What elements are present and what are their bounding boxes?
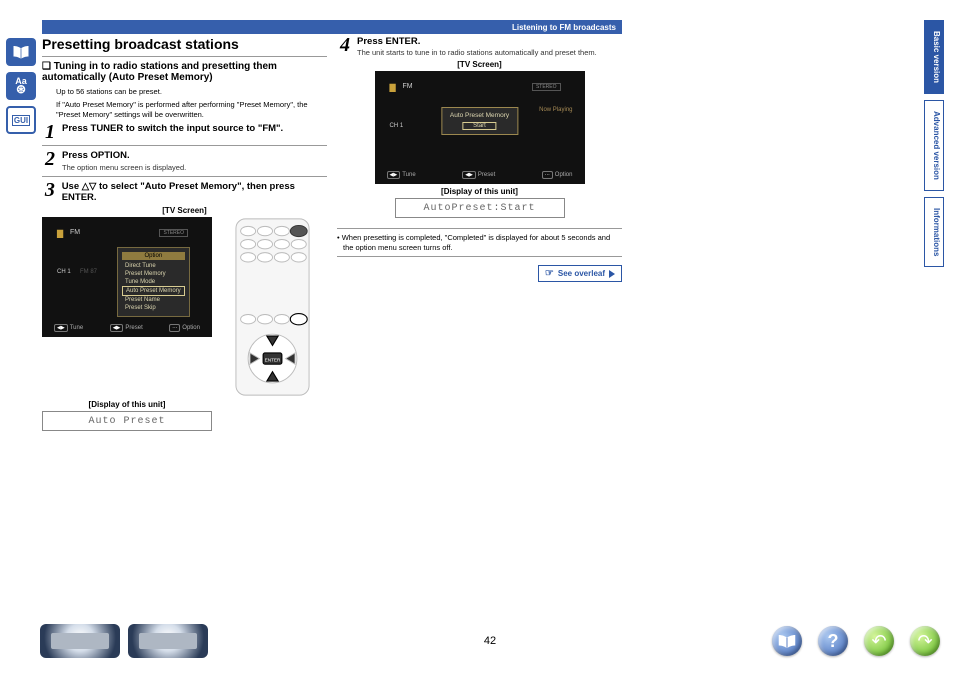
step-text: Press TUNER to switch the input source t… [62,123,283,134]
undo-icon: ↶ [871,631,886,652]
menu-item-selected: Auto Preset Memory [122,286,185,296]
subsection-title: Tuning in to radio stations and presetti… [42,61,327,83]
dictionary-icon[interactable]: Aa ⊛ [6,72,36,100]
menu-item: Direct Tune [122,262,185,270]
book-icon [778,634,796,648]
dialog: Auto Preset Memory Start [441,107,518,135]
step-number: 4 [337,36,353,54]
tab-advanced[interactable]: Advanced version [924,100,944,191]
main-content: Presetting broadcast stations Tuning in … [42,34,622,431]
remote-illustration: ENTER [218,217,327,397]
tv-channel: CH 1 [57,269,71,275]
svg-text:ENTER: ENTER [265,358,281,363]
see-label: See overleaf [558,269,605,278]
question-icon: ? [828,631,839,652]
menu-item: Preset Skip [122,304,185,312]
tv-screen-step3: ▇ FM STEREO CH 1 FM 87 Option Direct Tun… [42,217,212,337]
lcd-display: AutoPreset:Start [395,198,565,218]
tv-source: FM [70,229,80,236]
stereo-badge: STEREO [159,229,188,237]
book-icon[interactable] [6,38,36,66]
tv-hints: ◀▶Tune ◀▶Preset ···Option [54,325,200,331]
step-2: 2 Press OPTION. The option menu screen i… [42,150,327,171]
option-menu: Option Direct Tune Preset Memory Tune Mo… [117,247,190,317]
footer-nav: ? ↶ ↷ [772,626,940,656]
step-text: Press OPTION. The option menu screen is … [62,150,186,171]
dialog-button: Start [462,122,497,130]
left-toolbar: Aa ⊛ GUI [6,38,36,134]
redo-icon: ↷ [917,631,932,652]
breadcrumb: Listening to FM broadcasts [42,20,622,34]
now-playing: Now Playing [539,107,572,113]
step-3: 3 Use △▽ to select "Auto Preset Memory",… [42,181,327,204]
device-thumb-1[interactable] [40,624,120,658]
stereo-badge: STEREO [532,83,561,91]
step-text: Use △▽ to select "Auto Preset Memory", t… [62,181,327,204]
next-button[interactable]: ↷ [910,626,940,656]
column-left: Presetting broadcast stations Tuning in … [42,34,327,431]
menu-header: Option [122,252,185,260]
menu-item: Preset Name [122,296,185,304]
page-title: Presetting broadcast stations [42,36,327,52]
menu-item: Preset Memory [122,270,185,278]
unit-caption: [Display of this unit] [337,187,622,196]
see-overleaf-button[interactable]: ☞ See overleaf [538,265,622,282]
side-tabs: Basic version Advanced version Informati… [924,20,944,267]
step-text: Press ENTER. The unit starts to tune in … [357,36,597,57]
help-button[interactable]: ? [818,626,848,656]
tv-caption: [TV Screen] [42,206,327,215]
device-thumbs [40,624,208,658]
step-number: 2 [42,150,58,168]
folder-icon: ▇ [57,229,63,238]
completion-note: • When presetting is completed, "Complet… [343,233,622,252]
intro-text-1: Up to 56 stations can be preset. [56,87,327,96]
tab-basic[interactable]: Basic version [924,20,944,94]
intro-text-2: If "Auto Preset Memory" is performed aft… [56,100,327,119]
device-thumb-2[interactable] [128,624,208,658]
tv-channel: CH 1 [390,123,404,129]
folder-icon: ▇ [390,83,396,92]
dialog-title: Auto Preset Memory [450,112,509,119]
lcd-display: Auto Preset [42,411,212,431]
prev-button[interactable]: ↶ [864,626,894,656]
tv-caption: [TV Screen] [337,60,622,69]
step-number: 1 [42,123,58,141]
step-number: 3 [42,181,58,199]
step-1: 1 Press TUNER to switch the input source… [42,123,327,141]
tab-info[interactable]: Informations [924,197,944,267]
tv-freq: FM 87 [80,269,97,275]
toc-button[interactable] [772,626,802,656]
triangle-icon [609,270,615,278]
unit-caption: [Display of this unit] [42,400,212,409]
tv-hints: ◀▶Tune ◀▶Preset ···Option [387,172,573,178]
tv-source: FM [403,83,413,90]
tv-screen-step4: ▇ FM STEREO Now Playing CH 1 Auto Preset… [375,71,585,184]
page-number: 42 [484,635,496,647]
pointer-icon: ☞ [545,268,554,279]
footer: 42 ? ↶ ↷ [40,621,940,661]
step-4: 4 Press ENTER. The unit starts to tune i… [337,36,622,57]
column-right: 4 Press ENTER. The unit starts to tune i… [337,34,622,431]
menu-item: Tune Mode [122,278,185,286]
gui-icon[interactable]: GUI [6,106,36,134]
